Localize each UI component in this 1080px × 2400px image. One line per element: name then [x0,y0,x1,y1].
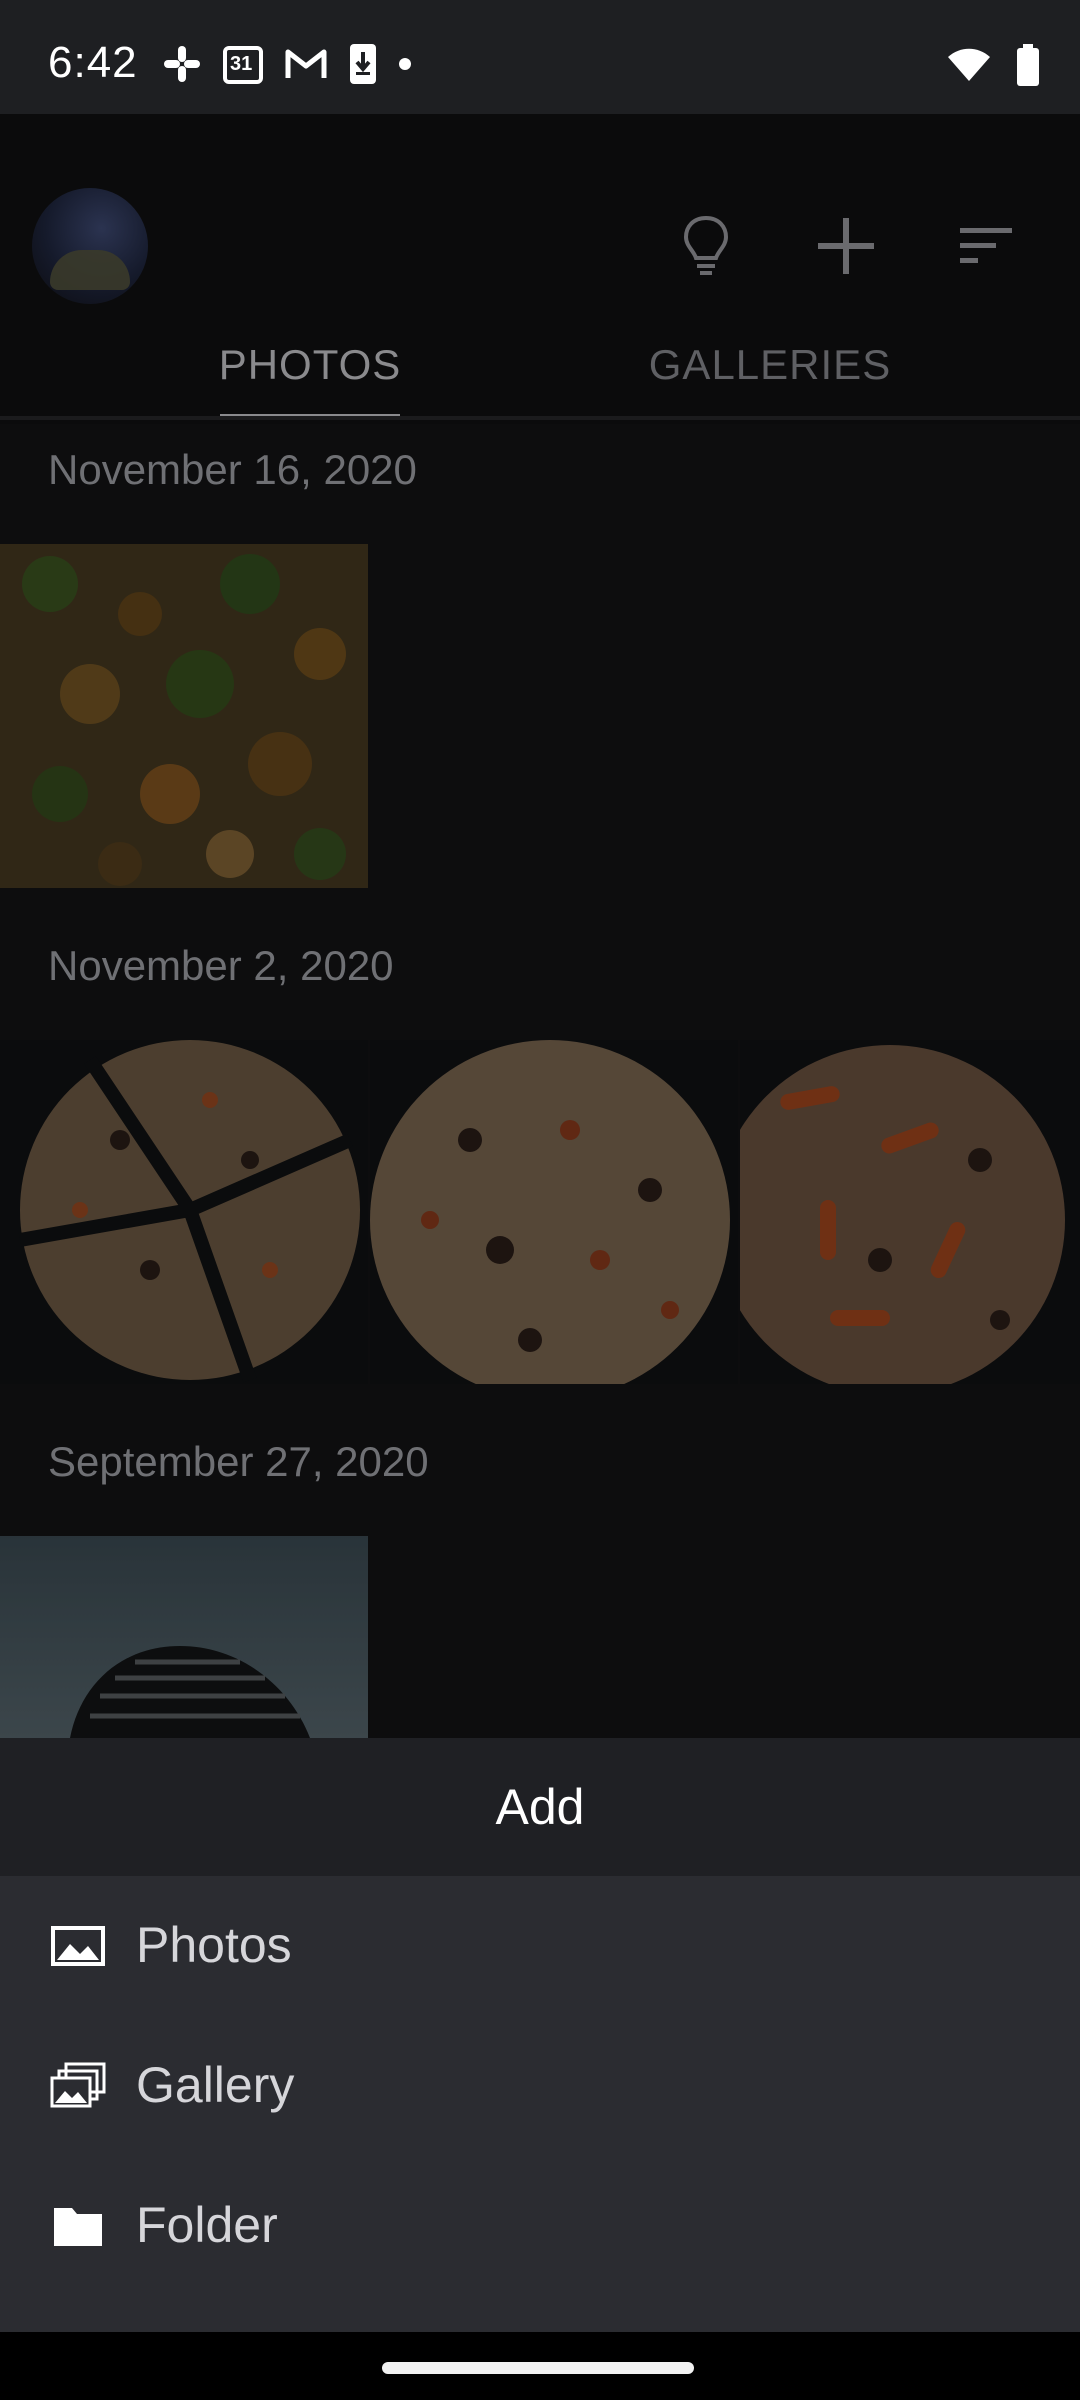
download-icon [348,42,378,91]
tabs-divider [0,416,1080,420]
date-header: November 2, 2020 [48,942,394,989]
battery-icon [1016,44,1040,91]
pizza-peppers-photo[interactable] [740,1040,1080,1384]
plus-icon[interactable] [810,210,882,282]
home-handle[interactable] [382,2362,694,2374]
pizza-slices-photo[interactable] [0,1040,368,1384]
status-time: 6:42 [48,38,138,87]
system-icons [922,44,1040,91]
status-bar: 6:42 31 [0,0,1080,114]
tab-bar: PHOTOS GALLERIES [0,310,1080,424]
avatar[interactable] [32,188,148,304]
salad-photo[interactable] [0,544,368,888]
date-header: September 27, 2020 [48,1438,429,1485]
slack-icon [162,44,202,89]
option-label: Folder [136,2197,278,2253]
sheet-title: Add [0,1738,1080,1876]
wifi-icon [946,47,992,88]
navigation-bar [0,2332,1080,2400]
add-sheet: Photos Gallery Folder [0,1876,1080,2332]
calendar-day: 31 [230,52,253,75]
pizza-photo[interactable] [370,1040,738,1384]
image-icon [50,1920,106,1972]
add-gallery-option[interactable]: Gallery [0,2016,1080,2156]
tower-photo[interactable] [0,1536,368,1738]
sort-icon[interactable] [950,210,1022,282]
dot-icon [398,57,412,76]
calendar-icon: 31 [222,43,264,90]
notification-icons: 31 [162,42,432,91]
date-header: November 16, 2020 [48,446,417,493]
tab-photos[interactable]: PHOTOS [219,310,401,420]
gmail-icon [284,46,328,87]
tab-galleries[interactable]: GALLERIES [620,310,920,420]
lightbulb-icon[interactable] [670,210,742,282]
gallery-icon [50,2060,106,2112]
app-header: PHOTOS GALLERIES [0,114,1080,424]
option-label: Gallery [136,2057,295,2113]
folder-icon [50,2200,106,2252]
add-folder-option[interactable]: Folder [0,2156,1080,2296]
add-photos-option[interactable]: Photos [0,1876,1080,2016]
photo-timeline[interactable]: November 16, 2020 November 2, 2020 Septe… [0,424,1080,1738]
option-label: Photos [136,1917,292,1973]
